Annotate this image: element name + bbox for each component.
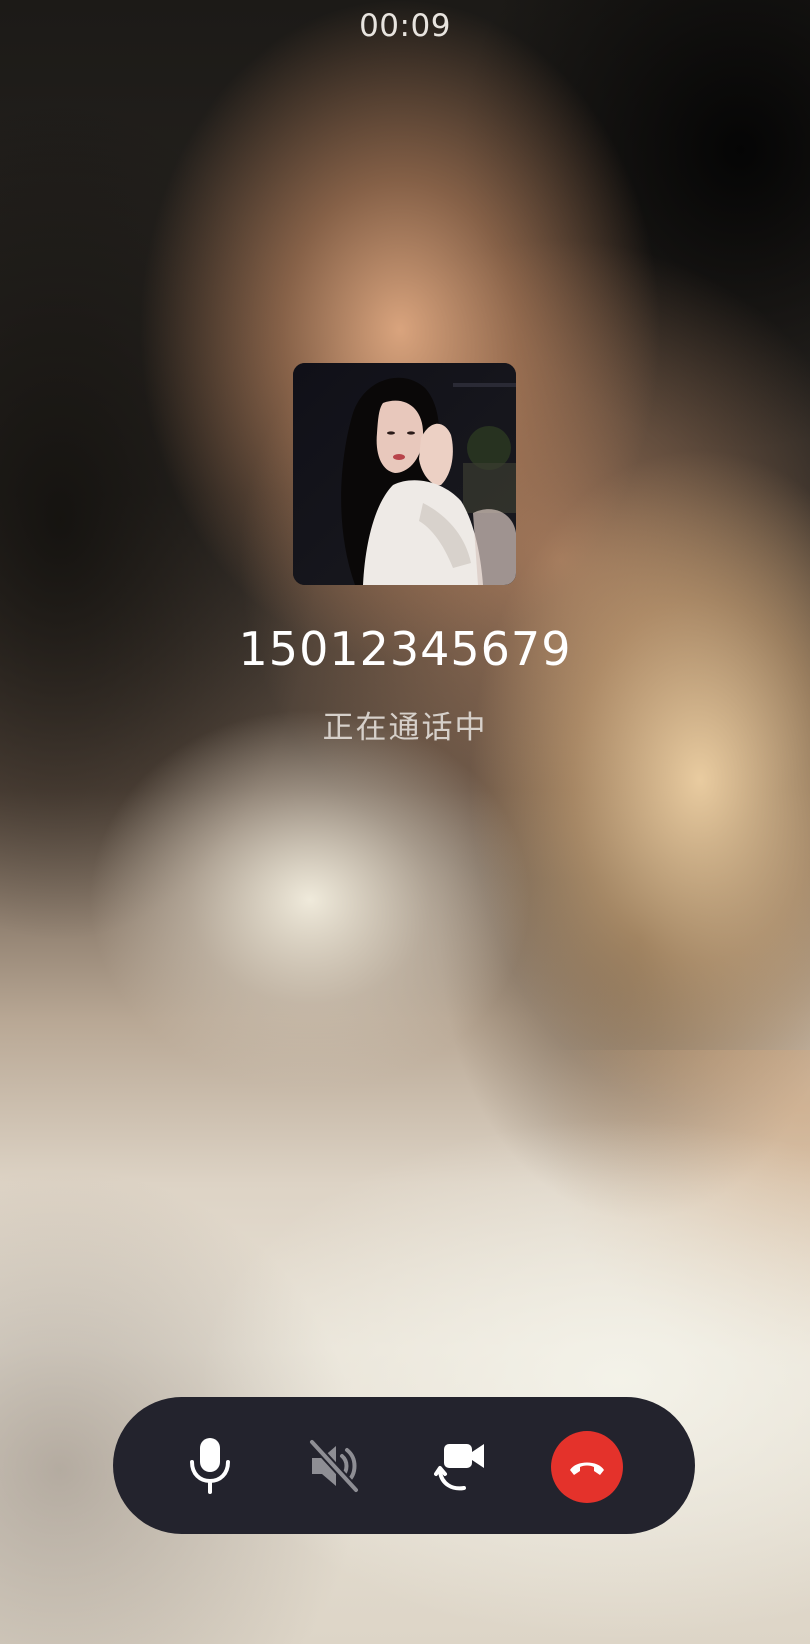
call-screen: 00:09 15012345679 正在通话中 (0, 0, 810, 1644)
caller-number: 15012345679 (238, 622, 572, 676)
phone-hangup-icon (570, 1462, 604, 1475)
call-control-bar (113, 1397, 695, 1534)
caller-avatar (293, 363, 516, 585)
switch-to-video-button[interactable] (417, 1397, 507, 1534)
call-timer: 00:09 (359, 8, 451, 44)
hang-up-button[interactable] (551, 1431, 623, 1503)
call-status: 正在通话中 (322, 710, 488, 746)
speaker-muted-icon (308, 1437, 360, 1494)
microphone-icon (190, 1437, 230, 1494)
microphone-button[interactable] (165, 1397, 255, 1534)
video-camera-switch-icon (434, 1443, 484, 1490)
speaker-button[interactable] (289, 1397, 379, 1534)
blurred-background-lower (0, 1050, 810, 1644)
